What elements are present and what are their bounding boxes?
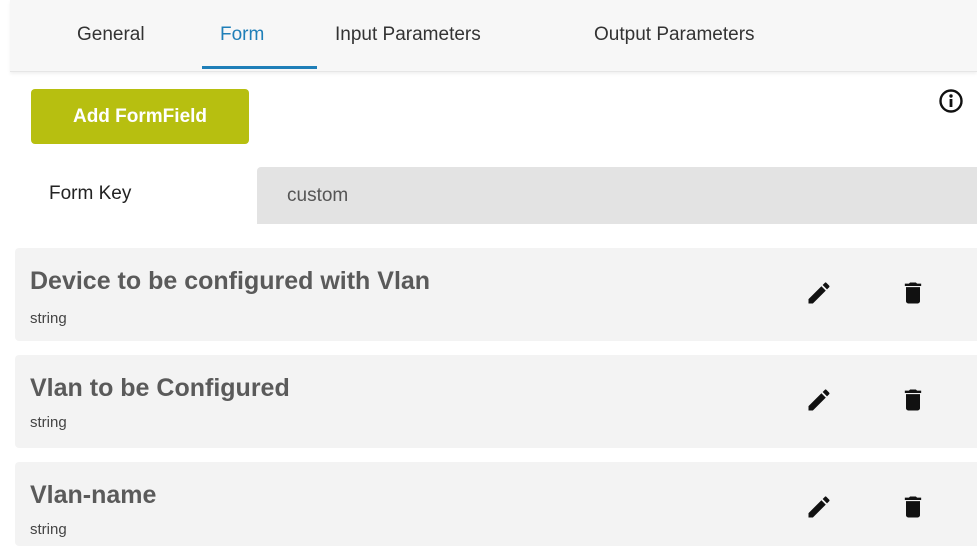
field-type: string [30,310,67,327]
field-title: Vlan-name [30,481,157,509]
pencil-icon[interactable] [805,493,833,521]
field-type: string [30,414,67,431]
form-field-card: Vlan-name string [15,462,977,546]
form-field-card: Device to be configured with Vlan string [15,248,977,341]
tab-output-parameters[interactable]: Output Parameters [594,24,755,54]
field-title: Vlan to be Configured [30,374,290,402]
pencil-icon[interactable] [805,386,833,414]
tab-form[interactable]: Form [220,24,264,54]
field-type: string [30,521,67,538]
tab-input-parameters[interactable]: Input Parameters [335,24,481,54]
info-icon[interactable] [938,88,964,114]
active-tab-indicator [202,66,317,69]
pencil-icon[interactable] [805,279,833,307]
form-key-input[interactable] [257,167,977,224]
tab-bar: General Form Input Parameters Output Par… [10,0,977,72]
trash-icon[interactable] [899,493,927,521]
tab-general[interactable]: General [77,24,145,54]
add-formfield-button[interactable]: Add FormField [31,89,249,144]
form-key-label: Form Key [49,183,132,204]
form-field-card: Vlan to be Configured string [15,355,977,448]
trash-icon[interactable] [899,279,927,307]
trash-icon[interactable] [899,386,927,414]
field-title: Device to be configured with Vlan [30,267,431,295]
